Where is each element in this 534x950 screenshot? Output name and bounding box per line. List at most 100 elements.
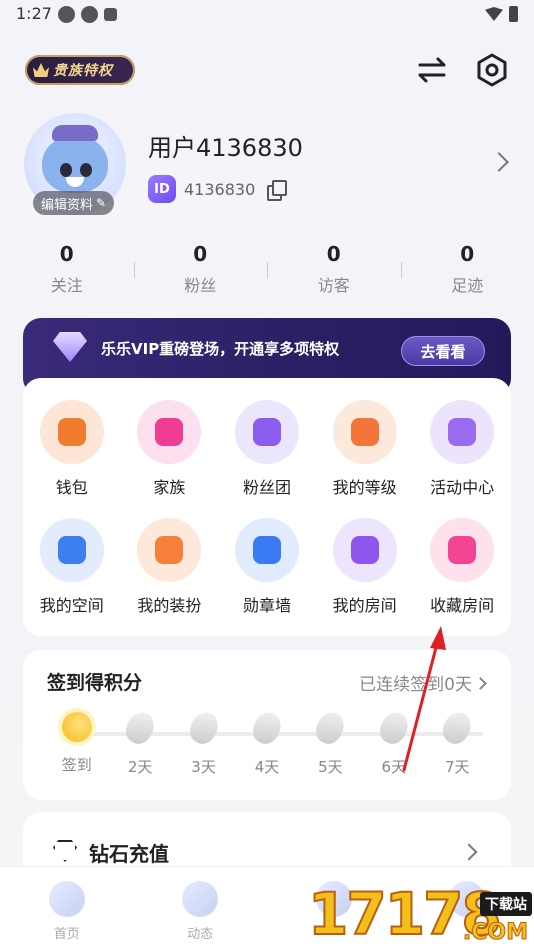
music-note-icon: [48, 881, 85, 917]
feature-label: 我的空间: [39, 596, 104, 615]
sign-in-day: 4天: [235, 708, 298, 777]
sign-in-title: 签到得积分: [47, 672, 143, 694]
feature-label: 钱包: [55, 478, 88, 497]
feature-grid: 钱包 家族 粉丝团 我的等级 活动中心 我的空间 我的装扮 勋章墙 我的房间 收…: [23, 400, 511, 616]
family-icon: [137, 400, 202, 464]
pencil-icon: ✎: [96, 196, 107, 210]
feature-label: 勋章墙: [242, 596, 291, 615]
watermark-tag: 下载站: [480, 892, 532, 916]
egg-icon: [438, 708, 476, 748]
feature-label: 收藏房间: [430, 596, 495, 615]
day-label: 6天: [381, 758, 407, 776]
activity-gift-icon: [430, 400, 495, 464]
stat-label: 关注: [50, 276, 83, 295]
avatar-eye: [80, 163, 92, 177]
stat-following[interactable]: 0 关注: [0, 242, 134, 296]
site-watermark: 17178 下载站 .COM: [307, 876, 534, 950]
feature-my-room[interactable]: 我的房间: [316, 518, 414, 616]
stat-footprints[interactable]: 0 足迹: [400, 242, 534, 296]
sign-in-streak: 已连续签到0天: [359, 675, 472, 695]
level-icon: [332, 400, 397, 464]
noble-privilege-badge[interactable]: 贵族特权: [25, 55, 135, 85]
moment-icon: [182, 881, 219, 917]
wifi-icon: [485, 7, 503, 21]
tab-moments[interactable]: 动态: [134, 867, 268, 950]
fan-club-icon: [234, 400, 299, 464]
notification-icon: [104, 8, 117, 21]
feature-label: 我的等级: [332, 478, 397, 497]
stat-value: 0: [326, 242, 341, 266]
feature-my-outfit[interactable]: 我的装扮: [121, 518, 219, 616]
noble-privilege-label: 贵族特权: [53, 63, 113, 79]
sun-egg-icon: [61, 712, 92, 742]
planet-icon: [39, 518, 104, 582]
vip-view-button[interactable]: 去看看: [401, 336, 485, 366]
id-badge: ID: [148, 175, 176, 203]
stat-label: 访客: [317, 276, 350, 295]
sign-in-days: 签到 2天 3天 4天 5天 6天 7天: [45, 708, 489, 777]
settings-hex-icon[interactable]: [474, 52, 510, 88]
diamond-icon: [53, 840, 77, 862]
feature-activity-center[interactable]: 活动中心: [413, 400, 511, 498]
avatar-eye: [60, 163, 72, 177]
username: 用户4136830: [148, 134, 303, 162]
edit-profile-button[interactable]: 编辑资料 ✎: [33, 191, 115, 215]
status-time: 1:27: [16, 4, 52, 23]
sign-in-day: 6天: [362, 708, 425, 777]
egg-icon: [375, 708, 413, 748]
switch-arrows-icon[interactable]: [414, 52, 450, 88]
medal-icon: [234, 518, 299, 582]
feature-wallet[interactable]: 钱包: [23, 400, 121, 498]
sign-in-card: 签到得积分 已连续签到0天 签到 2天 3天 4天 5天 6天 7天: [23, 650, 511, 800]
tab-home[interactable]: 首页: [0, 867, 134, 950]
sign-in-day-today[interactable]: 签到: [45, 712, 108, 777]
feature-family[interactable]: 家族: [121, 400, 219, 498]
wallet-icon: [39, 400, 104, 464]
day-label: 5天: [318, 758, 343, 776]
stat-value: 0: [193, 242, 208, 266]
stat-fans[interactable]: 0 粉丝: [133, 242, 268, 296]
sign-in-day: 3天: [172, 708, 235, 777]
user-id: 4136830: [184, 179, 256, 199]
stat-visitors[interactable]: 0 访客: [267, 242, 401, 296]
egg-icon: [311, 708, 349, 748]
profile-chevron-right-icon[interactable]: [489, 152, 509, 172]
status-right: [485, 6, 518, 22]
room-icon: [332, 518, 397, 582]
egg-icon: [248, 708, 286, 748]
day-label: 签到: [61, 756, 92, 774]
stats-row: 0 关注 0 粉丝 0 访客 0 足迹: [0, 242, 534, 296]
battery-icon: [509, 6, 518, 22]
edit-profile-label: 编辑资料: [41, 197, 94, 213]
day-label: 7天: [444, 758, 470, 776]
avatar-hat: [52, 125, 98, 141]
notification-icon: [58, 6, 75, 23]
outfit-icon: [137, 518, 202, 582]
feature-my-level[interactable]: 我的等级: [316, 400, 414, 498]
diamond-recharge-label: 钻石充值: [89, 842, 169, 866]
vip-banner-text: 乐乐VIP重磅登场，开通享多项特权: [101, 340, 340, 358]
header-actions: [414, 52, 510, 88]
feature-label: 我的装扮: [137, 596, 202, 615]
chevron-right-icon: [474, 677, 487, 690]
vip-gem-icon: [53, 332, 87, 362]
crown-icon: [33, 63, 49, 77]
watermark-suffix: .COM: [462, 920, 528, 946]
feature-fan-club[interactable]: 粉丝团: [218, 400, 316, 498]
sign-in-day: 5天: [299, 708, 362, 777]
stat-label: 粉丝: [184, 276, 217, 295]
feature-label: 我的房间: [332, 596, 397, 615]
tab-label: 动态: [187, 927, 214, 942]
day-label: 2天: [127, 758, 153, 776]
feature-label: 粉丝团: [242, 478, 291, 497]
chevron-right-icon: [460, 843, 478, 861]
feature-favorite-rooms[interactable]: 收藏房间: [413, 518, 511, 616]
egg-icon: [185, 708, 223, 748]
stat-value: 0: [460, 242, 475, 266]
feature-my-space[interactable]: 我的空间: [23, 518, 121, 616]
sign-in-streak-link[interactable]: 已连续签到0天: [359, 670, 487, 695]
feature-medal-wall[interactable]: 勋章墙: [218, 518, 316, 616]
day-label: 3天: [191, 758, 216, 776]
notification-icon: [81, 6, 98, 23]
copy-icon[interactable]: [267, 180, 288, 201]
